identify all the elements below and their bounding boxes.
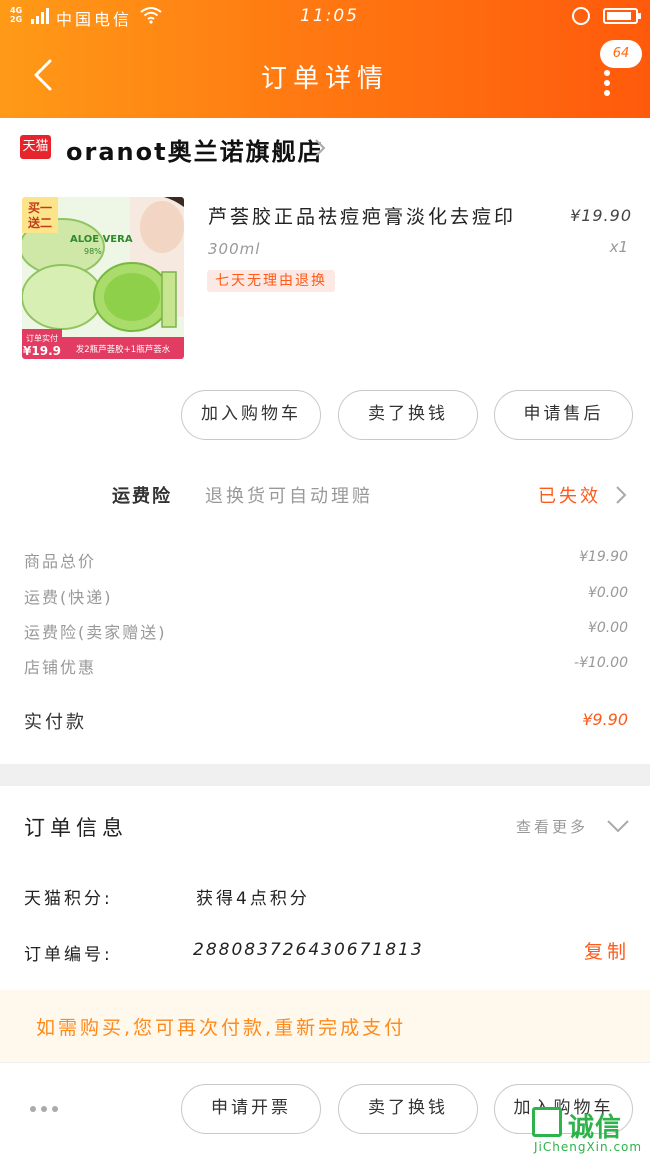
shop-row[interactable]: 天猫 oranot奥兰诺旗舰店 [0,122,650,176]
notice-text: 如需购买,您可再次付款,重新完成支付 [36,1017,407,1039]
insurance-label: 运费险 [112,486,172,507]
points-value: 获得4点积分 [196,889,310,909]
insurance-status: 已失效 [538,486,601,507]
fee-label: 运费险(卖家赠送) [24,623,167,642]
network-4g-label: 4G [10,6,23,15]
watermark-name: 诚信 [568,1113,623,1143]
section-divider [0,764,650,786]
copy-order-number-button[interactable]: 复制 [584,937,630,964]
signal-bars-icon [31,8,49,24]
watermark-logo-icon [532,1107,562,1137]
order-number-value: 288083726430671813 [193,940,424,960]
fee-value: ¥0.00 [587,585,628,601]
order-info-title: 订单信息 [24,816,128,840]
app-header: 4G 2G 中国电信 11:05 订单详情 64 [0,0,650,118]
paid-price-text: ¥19.9 [23,344,61,358]
chevron-right-icon [315,139,326,157]
sell-for-cash-button[interactable]: 卖了换钱 [338,390,478,440]
order-number-label: 订单编号: [24,945,113,965]
fee-label: 店铺优惠 [24,658,97,677]
message-count-badge[interactable]: 64 [600,40,642,68]
fee-label: 运费(快递) [24,588,113,607]
clock-time: 11:05 [300,6,359,26]
percent-text: 98% [84,247,102,256]
fee-value: ¥0.00 [587,620,628,636]
after-sales-button[interactable]: 申请售后 [494,390,633,440]
wifi-icon [140,7,162,24]
alarm-icon [572,7,590,25]
carrier-name: 中国电信 [56,10,133,29]
view-more-link[interactable]: 查看更多 [516,816,588,837]
fee-value: ¥19.90 [579,549,628,565]
more-actions-icon[interactable] [30,1106,62,1114]
return-policy-tag: 七天无理由退换 [207,270,335,292]
fee-row-shipping: 运费(快递) ¥0.00 [0,580,650,610]
request-invoice-button[interactable]: 申请开票 [181,1084,321,1134]
paid-label-text: 订单实付 [26,333,58,343]
total-paid-value: ¥9.90 [582,710,628,729]
product-image: 买一 送二 ALOE VERA 98% 订单实付 ¥19.9 发2瓶芦荟胶+1瓶… [22,197,184,359]
product-thumbnail[interactable]: 买一 送二 ALOE VERA 98% 订单实付 ¥19.9 发2瓶芦荟胶+1瓶… [22,197,184,359]
more-menu-icon[interactable] [601,70,613,96]
sell-for-cash-button[interactable]: 卖了换钱 [338,1084,478,1134]
add-to-cart-button[interactable]: 加入购物车 [181,390,321,440]
watermark-url: JiChengXin.com [534,1140,643,1154]
product-spec: 300ml [208,240,261,258]
total-paid-label: 实付款 [24,712,87,733]
network-2g-label: 2G [10,15,23,24]
network-type: 4G 2G [10,6,22,24]
brand-text: ALOE VERA [70,234,133,245]
bottom-caption-text: 发2瓶芦荟胶+1瓶芦荟水 [76,344,171,355]
product-item[interactable]: 买一 送二 ALOE VERA 98% 订单实付 ¥19.9 发2瓶芦荟胶+1瓶… [0,190,650,370]
fee-label: 商品总价 [24,552,97,571]
tmall-logo: 天猫 [20,135,51,159]
site-watermark: 诚信 JiChengXin.com [528,1102,650,1155]
points-label: 天猫积分: [24,889,113,909]
shop-name: oranot奥兰诺旗舰店 [66,138,324,166]
fee-row-discount: 店铺优惠 -¥10.00 [0,650,650,680]
fee-value: -¥10.00 [573,655,628,671]
product-title[interactable]: 芦荟胶正品祛痘疤膏淡化去痘印 [208,202,516,229]
page-title: 订单详情 [260,64,389,94]
promo-bottom-text: 送二 [27,215,52,230]
battery-icon [603,8,641,24]
repay-notice: 如需购买,您可再次付款,重新完成支付 [0,990,650,1062]
shipping-insurance-row[interactable]: 运费险 退换货可自动理赔 已失效 [0,470,650,520]
status-bar: 4G 2G 中国电信 11:05 [0,0,650,34]
chevron-down-icon[interactable] [606,818,630,834]
fee-row-insurance: 运费险(卖家赠送) ¥0.00 [0,615,650,645]
product-price: ¥19.90 [570,206,632,225]
fee-row-subtotal: 商品总价 ¥19.90 [0,544,650,574]
chevron-right-icon [616,486,627,504]
product-quantity: x1 [609,238,628,256]
promo-top-text: 买一 [28,201,52,215]
insurance-description: 退换货可自动理赔 [205,486,373,507]
